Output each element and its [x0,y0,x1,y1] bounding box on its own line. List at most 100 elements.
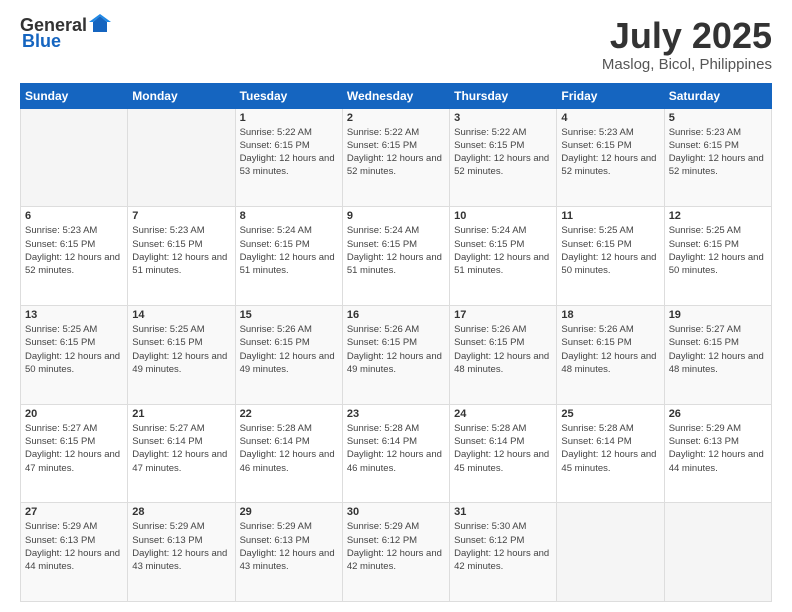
day-number: 23 [347,408,445,420]
table-row: 15Sunrise: 5:26 AMSunset: 6:15 PMDayligh… [235,305,342,404]
table-row: 13Sunrise: 5:25 AMSunset: 6:15 PMDayligh… [21,305,128,404]
day-number: 3 [454,112,552,124]
table-row: 2 Sunrise: 5:22 AMSunset: 6:15 PMDaylight… [342,108,449,207]
day-info: Sunrise: 5:28 AMSunset: 6:14 PMDaylight:… [561,422,659,475]
table-row: 26Sunrise: 5:29 AMSunset: 6:13 PMDayligh… [664,404,771,503]
day-info: Sunrise: 5:22 AMSunset: 6:15 PMDaylight:… [454,126,552,179]
day-number: 14 [132,309,230,321]
table-row [664,503,771,602]
table-row: 10 Sunrise: 5:24 AMSunset: 6:15 PMDayligh… [450,207,557,306]
day-number: 22 [240,408,338,420]
table-row: 25Sunrise: 5:28 AMSunset: 6:14 PMDayligh… [557,404,664,503]
table-row [128,108,235,207]
month-title: July 2025 [602,16,772,56]
day-info: Sunrise: 5:23 AMSunset: 6:15 PMDaylight:… [25,224,123,277]
day-info: Sunrise: 5:22 AMSunset: 6:15 PMDaylight:… [240,126,338,179]
table-row: 28Sunrise: 5:29 AMSunset: 6:13 PMDayligh… [128,503,235,602]
header-sunday: Sunday [21,83,128,108]
day-info: Sunrise: 5:25 AMSunset: 6:15 PMDaylight:… [132,323,230,376]
day-info: Sunrise: 5:22 AMSunset: 6:15 PMDaylight:… [347,126,445,179]
table-row: 29 Sunrise: 5:29 AMSunset: 6:13 PMDayligh… [235,503,342,602]
day-number: 19 [669,309,767,321]
week-row-4: 27 Sunrise: 5:29 AMSunset: 6:13 PMDayligh… [21,503,772,602]
logo: General Blue [20,16,111,52]
day-number: 29 [240,506,338,518]
day-number: 20 [25,408,123,420]
day-number: 27 [25,506,123,518]
header: General Blue July 2025 Maslog, Bicol, Ph… [20,16,772,73]
day-number: 28 [132,506,230,518]
day-info: Sunrise: 5:23 AMSunset: 6:15 PMDaylight:… [561,126,659,179]
logo-icon [89,14,111,36]
day-info: Sunrise: 5:29 AMSunset: 6:13 PMDaylight:… [240,520,338,573]
day-info: Sunrise: 5:28 AMSunset: 6:14 PMDaylight:… [240,422,338,475]
header-thursday: Thursday [450,83,557,108]
day-number: 10 [454,210,552,222]
day-info: Sunrise: 5:26 AMSunset: 6:15 PMDaylight:… [454,323,552,376]
day-info: Sunrise: 5:27 AMSunset: 6:15 PMDaylight:… [669,323,767,376]
table-row: 27 Sunrise: 5:29 AMSunset: 6:13 PMDayligh… [21,503,128,602]
header-wednesday: Wednesday [342,83,449,108]
day-info: Sunrise: 5:29 AMSunset: 6:13 PMDaylight:… [669,422,767,475]
table-row: 18 Sunrise: 5:26 AMSunset: 6:15 PMDayligh… [557,305,664,404]
table-row: 11 Sunrise: 5:25 AMSunset: 6:15 PMDayligh… [557,207,664,306]
day-info: Sunrise: 5:25 AMSunset: 6:15 PMDaylight:… [669,224,767,277]
day-info: Sunrise: 5:25 AMSunset: 6:15 PMDaylight:… [561,224,659,277]
day-number: 30 [347,506,445,518]
calendar-table: Sunday Monday Tuesday Wednesday Thursday… [20,83,772,602]
table-row: 30 Sunrise: 5:29 AMSunset: 6:12 PMDayligh… [342,503,449,602]
day-info: Sunrise: 5:28 AMSunset: 6:14 PMDaylight:… [347,422,445,475]
day-number: 17 [454,309,552,321]
day-number: 6 [25,210,123,222]
day-number: 15 [240,309,338,321]
table-row: 17 Sunrise: 5:26 AMSunset: 6:15 PMDayligh… [450,305,557,404]
table-row [21,108,128,207]
day-info: Sunrise: 5:29 AMSunset: 6:13 PMDaylight:… [25,520,123,573]
table-row: 31 Sunrise: 5:30 AMSunset: 6:12 PMDayligh… [450,503,557,602]
day-number: 5 [669,112,767,124]
table-row: 23 Sunrise: 5:28 AMSunset: 6:14 PMDayligh… [342,404,449,503]
table-row: 6 Sunrise: 5:23 AMSunset: 6:15 PMDaylight… [21,207,128,306]
day-number: 21 [132,408,230,420]
day-info: Sunrise: 5:30 AMSunset: 6:12 PMDaylight:… [454,520,552,573]
header-monday: Monday [128,83,235,108]
table-row: 9 Sunrise: 5:24 AMSunset: 6:15 PMDaylight… [342,207,449,306]
day-number: 11 [561,210,659,222]
week-row-3: 20 Sunrise: 5:27 AMSunset: 6:15 PMDayligh… [21,404,772,503]
day-number: 16 [347,309,445,321]
table-row: 4 Sunrise: 5:23 AMSunset: 6:15 PMDaylight… [557,108,664,207]
day-info: Sunrise: 5:27 AMSunset: 6:14 PMDaylight:… [132,422,230,475]
day-info: Sunrise: 5:24 AMSunset: 6:15 PMDaylight:… [454,224,552,277]
day-info: Sunrise: 5:23 AMSunset: 6:15 PMDaylight:… [669,126,767,179]
calendar-header-row: Sunday Monday Tuesday Wednesday Thursday… [21,83,772,108]
table-row [557,503,664,602]
day-number: 8 [240,210,338,222]
day-info: Sunrise: 5:24 AMSunset: 6:15 PMDaylight:… [347,224,445,277]
day-info: Sunrise: 5:28 AMSunset: 6:14 PMDaylight:… [454,422,552,475]
day-number: 31 [454,506,552,518]
day-info: Sunrise: 5:26 AMSunset: 6:15 PMDaylight:… [561,323,659,376]
header-saturday: Saturday [664,83,771,108]
week-row-2: 13Sunrise: 5:25 AMSunset: 6:15 PMDayligh… [21,305,772,404]
table-row: 1 Sunrise: 5:22 AMSunset: 6:15 PMDaylight… [235,108,342,207]
table-row: 19 Sunrise: 5:27 AMSunset: 6:15 PMDayligh… [664,305,771,404]
table-row: 5 Sunrise: 5:23 AMSunset: 6:15 PMDaylight… [664,108,771,207]
day-info: Sunrise: 5:29 AMSunset: 6:12 PMDaylight:… [347,520,445,573]
day-number: 2 [347,112,445,124]
table-row: 14 Sunrise: 5:25 AMSunset: 6:15 PMDayligh… [128,305,235,404]
day-number: 18 [561,309,659,321]
header-friday: Friday [557,83,664,108]
day-number: 4 [561,112,659,124]
day-number: 1 [240,112,338,124]
week-row-0: 1 Sunrise: 5:22 AMSunset: 6:15 PMDaylight… [21,108,772,207]
day-info: Sunrise: 5:27 AMSunset: 6:15 PMDaylight:… [25,422,123,475]
day-info: Sunrise: 5:24 AMSunset: 6:15 PMDaylight:… [240,224,338,277]
header-tuesday: Tuesday [235,83,342,108]
table-row: 21 Sunrise: 5:27 AMSunset: 6:14 PMDayligh… [128,404,235,503]
table-row: 8 Sunrise: 5:24 AMSunset: 6:15 PMDaylight… [235,207,342,306]
table-row: 12Sunrise: 5:25 AMSunset: 6:15 PMDayligh… [664,207,771,306]
table-row: 3 Sunrise: 5:22 AMSunset: 6:15 PMDaylight… [450,108,557,207]
day-number: 9 [347,210,445,222]
day-info: Sunrise: 5:26 AMSunset: 6:15 PMDaylight:… [347,323,445,376]
day-info: Sunrise: 5:25 AMSunset: 6:15 PMDaylight:… [25,323,123,376]
